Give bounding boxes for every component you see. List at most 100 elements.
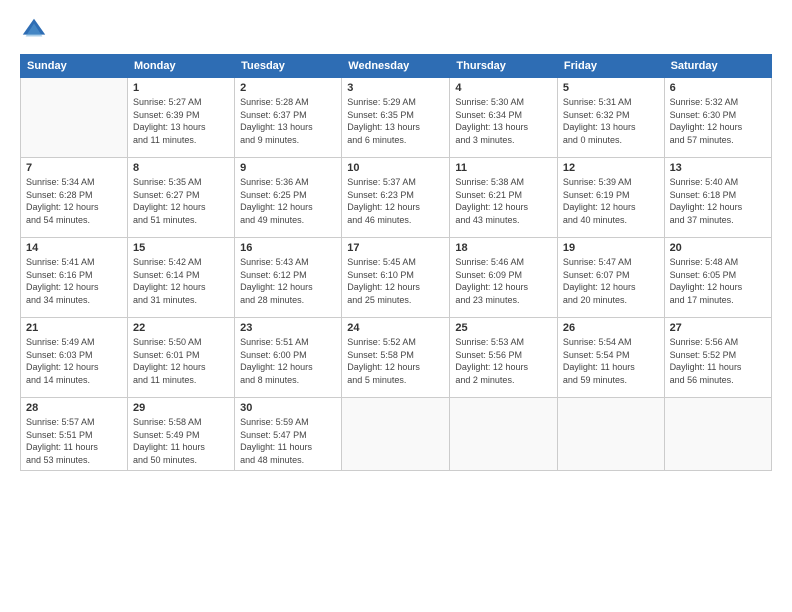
day-cell: 10 Sunrise: 5:37 AMSunset: 6:23 PMDayligh… <box>342 158 450 238</box>
day-number: 11 <box>455 162 552 174</box>
day-number: 8 <box>133 162 229 174</box>
day-cell: 21 Sunrise: 5:49 AMSunset: 6:03 PMDayligh… <box>21 318 128 398</box>
day-cell: 3 Sunrise: 5:29 AMSunset: 6:35 PMDaylight… <box>342 78 450 158</box>
day-number: 22 <box>133 322 229 334</box>
day-cell: 1Sunrise: 5:27 AMSunset: 6:39 PMDaylight… <box>128 78 235 158</box>
day-info: Sunrise: 5:37 AMSunset: 6:23 PMDaylight:… <box>347 176 444 226</box>
day-cell: 24 Sunrise: 5:52 AMSunset: 5:58 PMDayligh… <box>342 318 450 398</box>
header-sunday: Sunday <box>21 55 128 78</box>
day-cell <box>342 398 450 471</box>
day-cell: 4 Sunrise: 5:30 AMSunset: 6:34 PMDaylight… <box>450 78 558 158</box>
day-info: Sunrise: 5:45 AMSunset: 6:10 PMDaylight:… <box>347 256 444 306</box>
day-info: Sunrise: 5:59 AMSunset: 5:47 PMDaylight:… <box>240 416 336 466</box>
day-info: Sunrise: 5:53 AMSunset: 5:56 PMDaylight:… <box>455 336 552 386</box>
day-number: 10 <box>347 162 444 174</box>
header-tuesday: Tuesday <box>235 55 342 78</box>
day-info: Sunrise: 5:30 AMSunset: 6:34 PMDaylight:… <box>455 96 552 146</box>
day-number: 16 <box>240 242 336 254</box>
logo-icon <box>20 16 48 44</box>
day-cell: 27 Sunrise: 5:56 AMSunset: 5:52 PMDayligh… <box>664 318 771 398</box>
header-saturday: Saturday <box>664 55 771 78</box>
day-cell: 16Sunrise: 5:43 AMSunset: 6:12 PMDayligh… <box>235 238 342 318</box>
day-cell: 6 Sunrise: 5:32 AMSunset: 6:30 PMDaylight… <box>664 78 771 158</box>
day-info: Sunrise: 5:36 AMSunset: 6:25 PMDaylight:… <box>240 176 336 226</box>
day-info: Sunrise: 5:52 AMSunset: 5:58 PMDaylight:… <box>347 336 444 386</box>
day-cell: 13 Sunrise: 5:40 AMSunset: 6:18 PMDayligh… <box>664 158 771 238</box>
day-number: 24 <box>347 322 444 334</box>
day-number: 13 <box>670 162 766 174</box>
day-info: Sunrise: 5:48 AMSunset: 6:05 PMDaylight:… <box>670 256 766 306</box>
day-number: 15 <box>133 242 229 254</box>
day-number: 14 <box>26 242 122 254</box>
day-number: 29 <box>133 402 229 414</box>
day-info: Sunrise: 5:28 AMSunset: 6:37 PMDaylight:… <box>240 96 336 146</box>
day-number: 21 <box>26 322 122 334</box>
day-info: Sunrise: 5:56 AMSunset: 5:52 PMDaylight:… <box>670 336 766 386</box>
day-number: 3 <box>347 82 444 94</box>
day-number: 4 <box>455 82 552 94</box>
week-row-5: 28Sunrise: 5:57 AMSunset: 5:51 PMDayligh… <box>21 398 772 471</box>
header-wednesday: Wednesday <box>342 55 450 78</box>
day-info: Sunrise: 5:38 AMSunset: 6:21 PMDaylight:… <box>455 176 552 226</box>
day-info: Sunrise: 5:42 AMSunset: 6:14 PMDaylight:… <box>133 256 229 306</box>
day-info: Sunrise: 5:46 AMSunset: 6:09 PMDaylight:… <box>455 256 552 306</box>
day-cell: 28Sunrise: 5:57 AMSunset: 5:51 PMDayligh… <box>21 398 128 471</box>
week-row-4: 21 Sunrise: 5:49 AMSunset: 6:03 PMDayligh… <box>21 318 772 398</box>
day-number: 2 <box>240 82 336 94</box>
day-number: 20 <box>670 242 766 254</box>
day-info: Sunrise: 5:39 AMSunset: 6:19 PMDaylight:… <box>563 176 659 226</box>
day-cell <box>450 398 558 471</box>
day-number: 7 <box>26 162 122 174</box>
day-cell: 18 Sunrise: 5:46 AMSunset: 6:09 PMDayligh… <box>450 238 558 318</box>
day-info: Sunrise: 5:41 AMSunset: 6:16 PMDaylight:… <box>26 256 122 306</box>
day-cell: 5 Sunrise: 5:31 AMSunset: 6:32 PMDaylight… <box>557 78 664 158</box>
day-info: Sunrise: 5:32 AMSunset: 6:30 PMDaylight:… <box>670 96 766 146</box>
day-cell: 26 Sunrise: 5:54 AMSunset: 5:54 PMDayligh… <box>557 318 664 398</box>
day-cell: 25 Sunrise: 5:53 AMSunset: 5:56 PMDayligh… <box>450 318 558 398</box>
logo <box>20 16 52 44</box>
day-number: 23 <box>240 322 336 334</box>
week-row-1: 1Sunrise: 5:27 AMSunset: 6:39 PMDaylight… <box>21 78 772 158</box>
day-info: Sunrise: 5:54 AMSunset: 5:54 PMDaylight:… <box>563 336 659 386</box>
day-cell <box>21 78 128 158</box>
day-number: 18 <box>455 242 552 254</box>
day-number: 25 <box>455 322 552 334</box>
day-number: 26 <box>563 322 659 334</box>
day-cell: 14 Sunrise: 5:41 AMSunset: 6:16 PMDayligh… <box>21 238 128 318</box>
week-row-2: 7 Sunrise: 5:34 AMSunset: 6:28 PMDaylight… <box>21 158 772 238</box>
day-info: Sunrise: 5:40 AMSunset: 6:18 PMDaylight:… <box>670 176 766 226</box>
week-row-3: 14 Sunrise: 5:41 AMSunset: 6:16 PMDayligh… <box>21 238 772 318</box>
day-info: Sunrise: 5:27 AMSunset: 6:39 PMDaylight:… <box>133 96 229 146</box>
header-thursday: Thursday <box>450 55 558 78</box>
day-cell: 20 Sunrise: 5:48 AMSunset: 6:05 PMDayligh… <box>664 238 771 318</box>
day-cell: 7 Sunrise: 5:34 AMSunset: 6:28 PMDaylight… <box>21 158 128 238</box>
day-cell: 12 Sunrise: 5:39 AMSunset: 6:19 PMDayligh… <box>557 158 664 238</box>
day-info: Sunrise: 5:35 AMSunset: 6:27 PMDaylight:… <box>133 176 229 226</box>
day-number: 6 <box>670 82 766 94</box>
day-number: 12 <box>563 162 659 174</box>
day-number: 27 <box>670 322 766 334</box>
day-number: 5 <box>563 82 659 94</box>
day-info: Sunrise: 5:47 AMSunset: 6:07 PMDaylight:… <box>563 256 659 306</box>
day-info: Sunrise: 5:34 AMSunset: 6:28 PMDaylight:… <box>26 176 122 226</box>
header-monday: Monday <box>128 55 235 78</box>
day-number: 17 <box>347 242 444 254</box>
day-cell: 22 Sunrise: 5:50 AMSunset: 6:01 PMDayligh… <box>128 318 235 398</box>
page: SundayMondayTuesdayWednesdayThursdayFrid… <box>0 0 792 612</box>
day-info: Sunrise: 5:50 AMSunset: 6:01 PMDaylight:… <box>133 336 229 386</box>
day-info: Sunrise: 5:58 AMSunset: 5:49 PMDaylight:… <box>133 416 229 466</box>
day-info: Sunrise: 5:29 AMSunset: 6:35 PMDaylight:… <box>347 96 444 146</box>
day-cell: 29 Sunrise: 5:58 AMSunset: 5:49 PMDayligh… <box>128 398 235 471</box>
day-cell: 23 Sunrise: 5:51 AMSunset: 6:00 PMDayligh… <box>235 318 342 398</box>
day-cell: 9 Sunrise: 5:36 AMSunset: 6:25 PMDaylight… <box>235 158 342 238</box>
day-cell: 11 Sunrise: 5:38 AMSunset: 6:21 PMDayligh… <box>450 158 558 238</box>
day-number: 9 <box>240 162 336 174</box>
calendar: SundayMondayTuesdayWednesdayThursdayFrid… <box>20 54 772 471</box>
day-info: Sunrise: 5:49 AMSunset: 6:03 PMDaylight:… <box>26 336 122 386</box>
day-number: 30 <box>240 402 336 414</box>
day-cell: 8 Sunrise: 5:35 AMSunset: 6:27 PMDaylight… <box>128 158 235 238</box>
day-info: Sunrise: 5:31 AMSunset: 6:32 PMDaylight:… <box>563 96 659 146</box>
day-info: Sunrise: 5:51 AMSunset: 6:00 PMDaylight:… <box>240 336 336 386</box>
header-row: SundayMondayTuesdayWednesdayThursdayFrid… <box>21 55 772 78</box>
day-cell <box>557 398 664 471</box>
